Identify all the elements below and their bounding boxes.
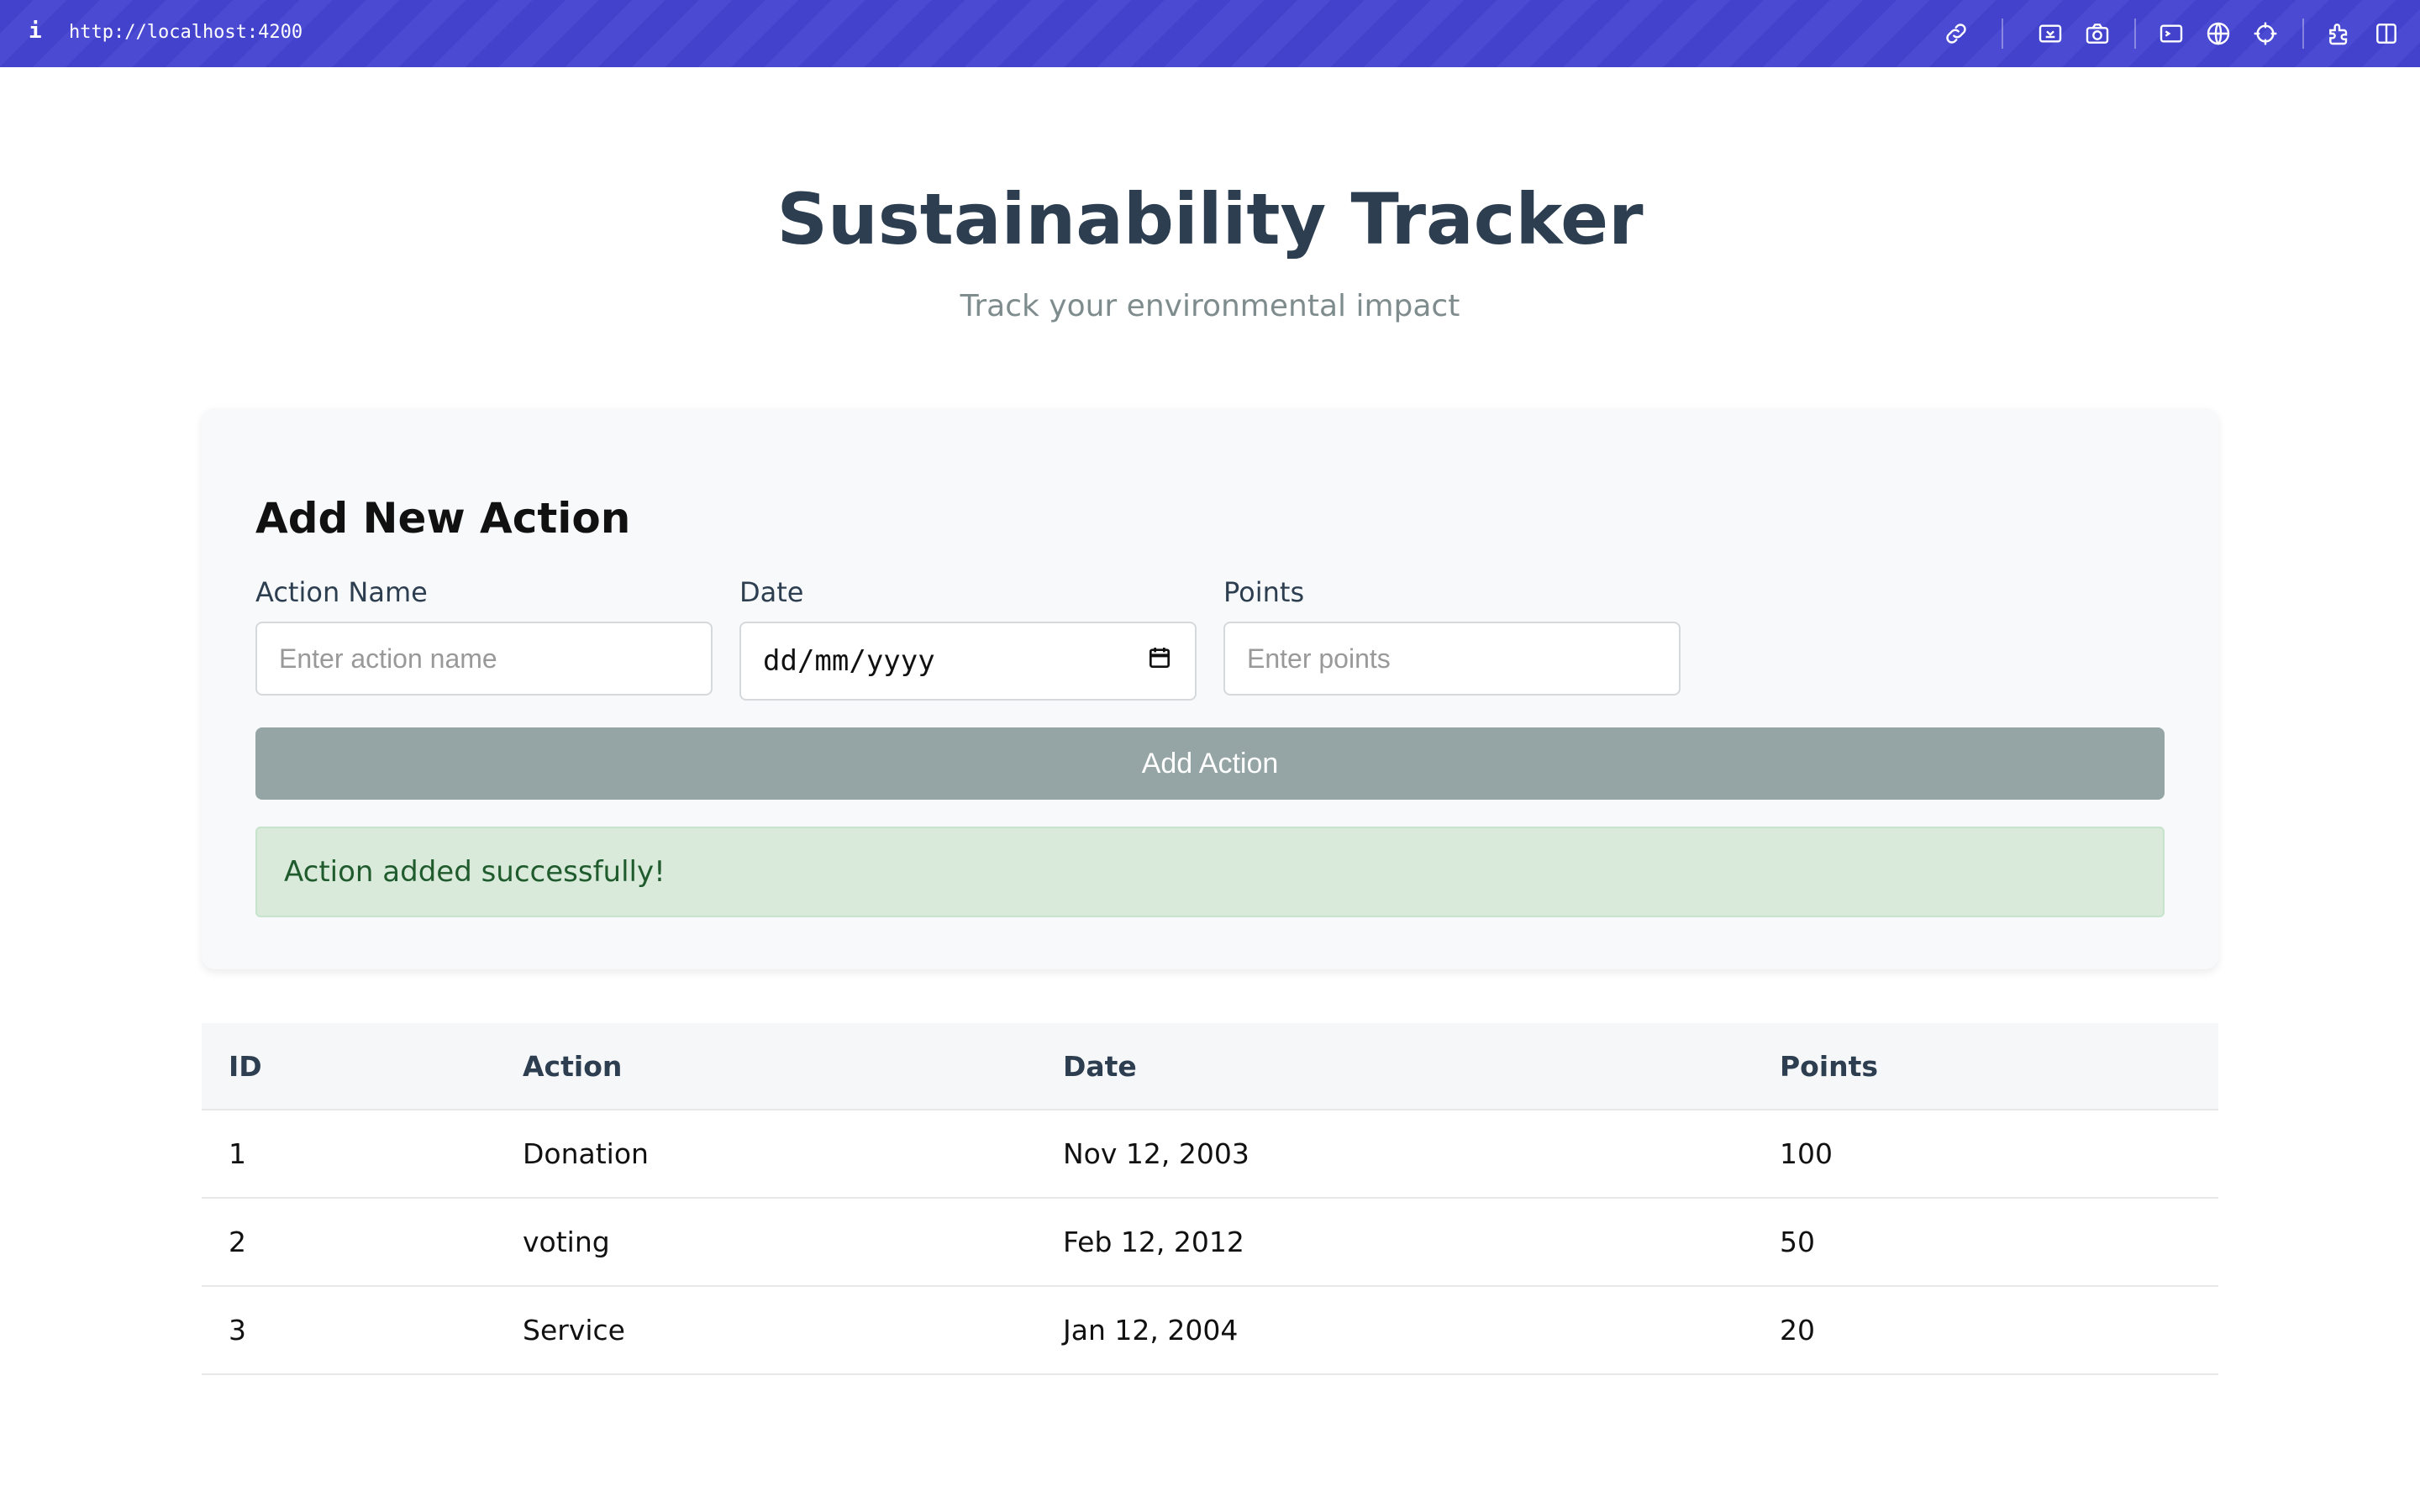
points-input[interactable]: Enter points [1223, 622, 1681, 696]
points-placeholder: Enter points [1247, 643, 1391, 674]
globe-icon[interactable] [2203, 18, 2233, 49]
date-input[interactable]: dd/mm/yyyy [739, 622, 1197, 701]
cell-action: Service [523, 1314, 625, 1347]
link-icon[interactable] [1941, 18, 1971, 49]
extension-icon[interactable] [2324, 18, 2354, 49]
add-action-card: Add New Action Action Name Enter action … [202, 408, 2218, 969]
toolbar-divider [2134, 18, 2136, 49]
date-label: Date [739, 576, 804, 608]
sidebar-icon[interactable] [2371, 18, 2402, 49]
cell-date: Feb 12, 2012 [1063, 1226, 1244, 1258]
info-icon[interactable]: i [29, 18, 42, 44]
cell-points: 100 [1780, 1137, 1833, 1170]
points-label: Points [1223, 576, 1305, 608]
success-alert: Action added successfully! [255, 827, 2165, 917]
column-header-action: Action [523, 1049, 623, 1083]
calendar-icon[interactable] [1146, 644, 1173, 679]
cell-points: 20 [1780, 1314, 1815, 1347]
cell-date: Jan 12, 2004 [1063, 1314, 1239, 1347]
add-action-button[interactable]: Add Action [255, 727, 2165, 800]
cell-id: 3 [229, 1314, 246, 1347]
table-row: 2 voting Feb 12, 2012 50 [202, 1199, 2218, 1287]
date-placeholder: dd/mm/yyyy [763, 644, 935, 678]
url-bar[interactable]: http://localhost:4200 [69, 22, 302, 43]
cell-id: 1 [229, 1137, 246, 1170]
inspect-icon[interactable] [2035, 18, 2065, 49]
table-row: 1 Donation Nov 12, 2003 100 [202, 1110, 2218, 1199]
terminal-icon[interactable] [2156, 18, 2186, 49]
browser-toolbar: i http://localhost:4200 [0, 0, 2420, 67]
cell-id: 2 [229, 1226, 246, 1258]
page-title: Sustainability Tracker [776, 178, 1644, 260]
toolbar-divider [2302, 18, 2304, 49]
page-subtitle: Track your environmental impact [960, 289, 1460, 323]
action-name-input[interactable]: Enter action name [255, 622, 713, 696]
column-header-date: Date [1063, 1049, 1137, 1083]
column-header-points: Points [1780, 1049, 1879, 1083]
camera-icon[interactable] [2082, 18, 2112, 49]
table-header-row: ID Action Date Points [202, 1023, 2218, 1110]
action-name-label: Action Name [255, 576, 428, 608]
actions-table: ID Action Date Points 1 Donation Nov 12,… [202, 1023, 2218, 1375]
cell-date: Nov 12, 2003 [1063, 1137, 1249, 1170]
toolbar-divider [2002, 18, 2003, 49]
cell-points: 50 [1780, 1226, 1815, 1258]
action-name-placeholder: Enter action name [279, 643, 497, 674]
table-row: 3 Service Jan 12, 2004 20 [202, 1287, 2218, 1375]
crosshair-icon[interactable] [2250, 18, 2281, 49]
cell-action: voting [523, 1226, 610, 1258]
form-title: Add New Action [255, 494, 631, 543]
column-header-id: ID [229, 1049, 262, 1083]
cell-action: Donation [523, 1137, 649, 1170]
